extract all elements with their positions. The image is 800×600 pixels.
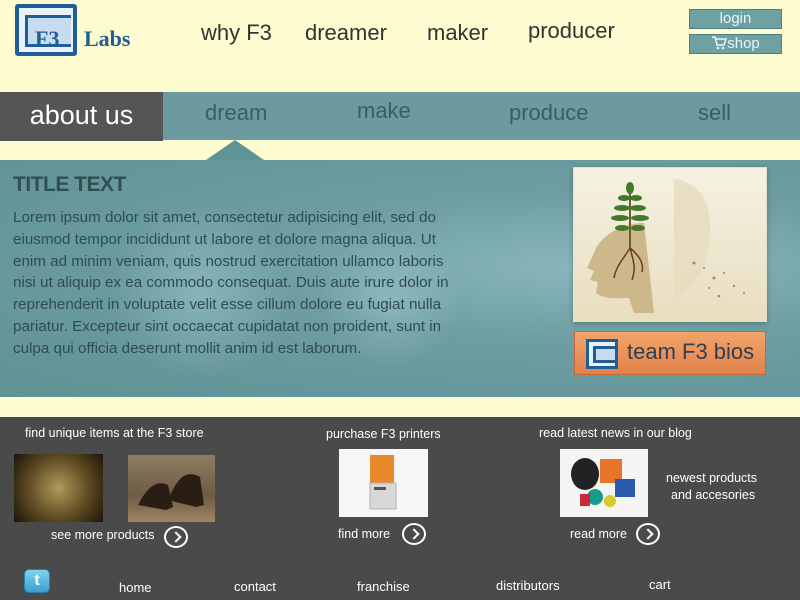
see-more-products-link[interactable]: see more products (51, 528, 155, 542)
logo-mark-text: F3 (35, 26, 60, 51)
team-bios-label: team F3 bios (627, 339, 755, 364)
active-tab-pointer (206, 140, 264, 160)
store-item-shoes-image[interactable] (128, 455, 215, 522)
shop-button[interactable]: shop (689, 34, 782, 54)
blog-products-image[interactable] (560, 449, 648, 517)
twitter-icon[interactable]: t (24, 569, 50, 593)
footer-nav-distributors[interactable]: distributors (496, 578, 560, 593)
shop-label: shop (727, 35, 760, 52)
footer-nav-contact[interactable]: contact (234, 579, 276, 594)
printer-image[interactable] (339, 449, 428, 517)
team-bios-button[interactable]: team F3 bios (574, 331, 766, 375)
blog-caption-line2: and accesories (671, 488, 756, 502)
find-more-arrow-icon[interactable] (402, 523, 426, 545)
nav-producer[interactable]: producer (528, 18, 615, 48)
nav-maker[interactable]: maker (427, 20, 488, 50)
page-title: TITLE TEXT (13, 173, 126, 196)
store-heading: find unique items at the F3 store (25, 426, 204, 440)
footer-divider (0, 397, 800, 417)
tab-dream[interactable]: dream (205, 100, 267, 126)
read-more-arrow-icon[interactable] (636, 523, 660, 545)
tab-sell[interactable]: sell (698, 100, 731, 126)
brand-logo[interactable]: F3 Labs (15, 4, 135, 58)
read-more-link[interactable]: read more (570, 527, 627, 541)
tab-produce[interactable]: produce (509, 100, 589, 126)
footer-nav-home[interactable]: home (119, 580, 152, 595)
f3-logo-icon (586, 339, 618, 369)
cart-icon (711, 36, 728, 55)
logo-name: Labs (84, 26, 131, 51)
intro-text: Lorem ipsum dolor sit amet, consectetur … (13, 209, 449, 357)
footer-nav-cart[interactable]: cart (649, 577, 671, 592)
printers-heading: purchase F3 printers (326, 427, 441, 441)
nav-dreamer[interactable]: dreamer (305, 20, 387, 50)
nav-why-f3[interactable]: why F3 (201, 20, 272, 50)
store-item-ring-image[interactable] (14, 454, 103, 522)
find-more-link[interactable]: find more (338, 527, 390, 541)
dreamer-illustration (573, 167, 767, 322)
see-more-arrow-icon[interactable] (164, 526, 188, 548)
login-button[interactable]: login (689, 9, 782, 29)
login-label: login (719, 10, 752, 27)
footer-nav-franchise[interactable]: franchise (357, 579, 410, 594)
tab-make[interactable]: make (357, 98, 411, 124)
blog-caption-line1: newest products (666, 471, 758, 485)
blog-heading: read latest news in our blog (539, 426, 692, 440)
tab-about-us[interactable]: about us (0, 92, 163, 141)
